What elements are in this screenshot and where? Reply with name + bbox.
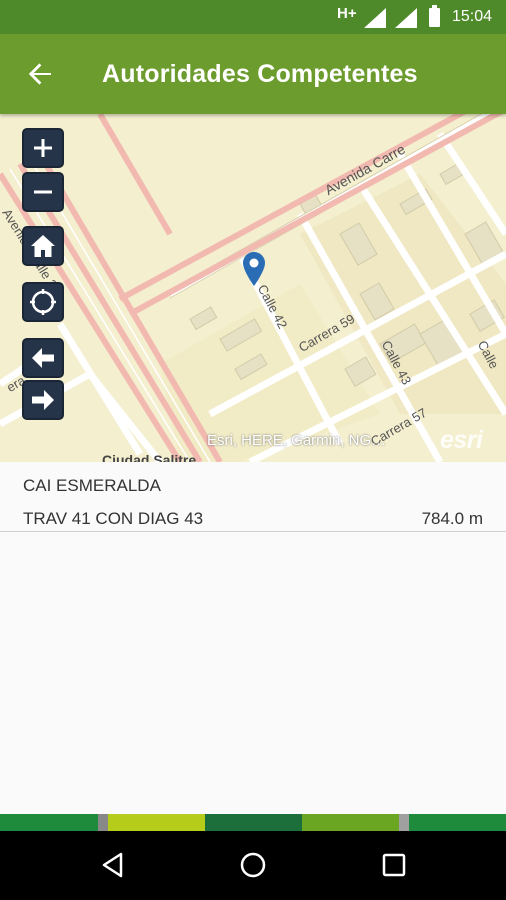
strip-segment xyxy=(399,814,409,831)
strip-segment xyxy=(205,814,302,831)
locate-icon xyxy=(30,289,56,315)
system-nav-bar xyxy=(0,831,506,900)
battery-icon xyxy=(429,5,440,27)
recents-square-icon[interactable] xyxy=(378,849,410,881)
brand-color-strip xyxy=(0,814,506,831)
results-list: CAI ESMERALDA TRAV 41 CON DIAG 43 784.0 … xyxy=(0,462,506,814)
previous-extent-icon xyxy=(32,348,54,368)
next-extent-icon xyxy=(32,390,54,410)
status-bar: H+ 15:04 xyxy=(0,0,506,34)
strip-segment xyxy=(302,814,399,831)
page-title: Autoridades Competentes xyxy=(102,60,418,88)
next-extent-button[interactable] xyxy=(22,380,64,420)
app-bar: Autoridades Competentes xyxy=(0,34,506,114)
arrow-back-icon[interactable] xyxy=(24,58,56,90)
zoom-in-icon xyxy=(34,139,52,157)
back-triangle-icon[interactable] xyxy=(97,849,129,881)
strip-segment xyxy=(108,814,205,831)
strip-segment xyxy=(98,814,108,831)
signal-icon xyxy=(364,8,386,28)
network-type: H+ xyxy=(337,5,357,22)
zoom-in-button[interactable] xyxy=(22,128,64,168)
authority-name: CAI ESMERALDA xyxy=(23,476,161,495)
map-view[interactable]: Avenida Carre Calle 42 Carrera 59 Calle … xyxy=(0,114,506,462)
home-circle-icon[interactable] xyxy=(237,849,269,881)
strip-segment xyxy=(0,814,98,831)
signal-icon xyxy=(395,8,417,28)
locate-button[interactable] xyxy=(22,282,64,322)
list-item[interactable]: CAI ESMERALDA TRAV 41 CON DIAG 43 784.0 … xyxy=(0,462,506,532)
strip-segment xyxy=(409,814,506,831)
home-icon xyxy=(31,235,55,257)
authority-distance: 784.0 m xyxy=(421,509,483,528)
zoom-out-button[interactable] xyxy=(22,172,64,212)
home-button[interactable] xyxy=(22,226,64,266)
esri-logo: esri xyxy=(440,426,483,454)
zoom-out-icon xyxy=(34,190,52,194)
previous-extent-button[interactable] xyxy=(22,338,64,378)
map-pin-icon[interactable] xyxy=(243,252,265,286)
place-label: Ciudad Salitre xyxy=(102,452,197,462)
map-attribution: Esri, HERE, Garmin, NG… xyxy=(207,432,387,449)
authority-address: TRAV 41 CON DIAG 43 xyxy=(23,509,204,528)
clock: 15:04 xyxy=(452,8,493,25)
map-basemap[interactable] xyxy=(0,114,506,462)
